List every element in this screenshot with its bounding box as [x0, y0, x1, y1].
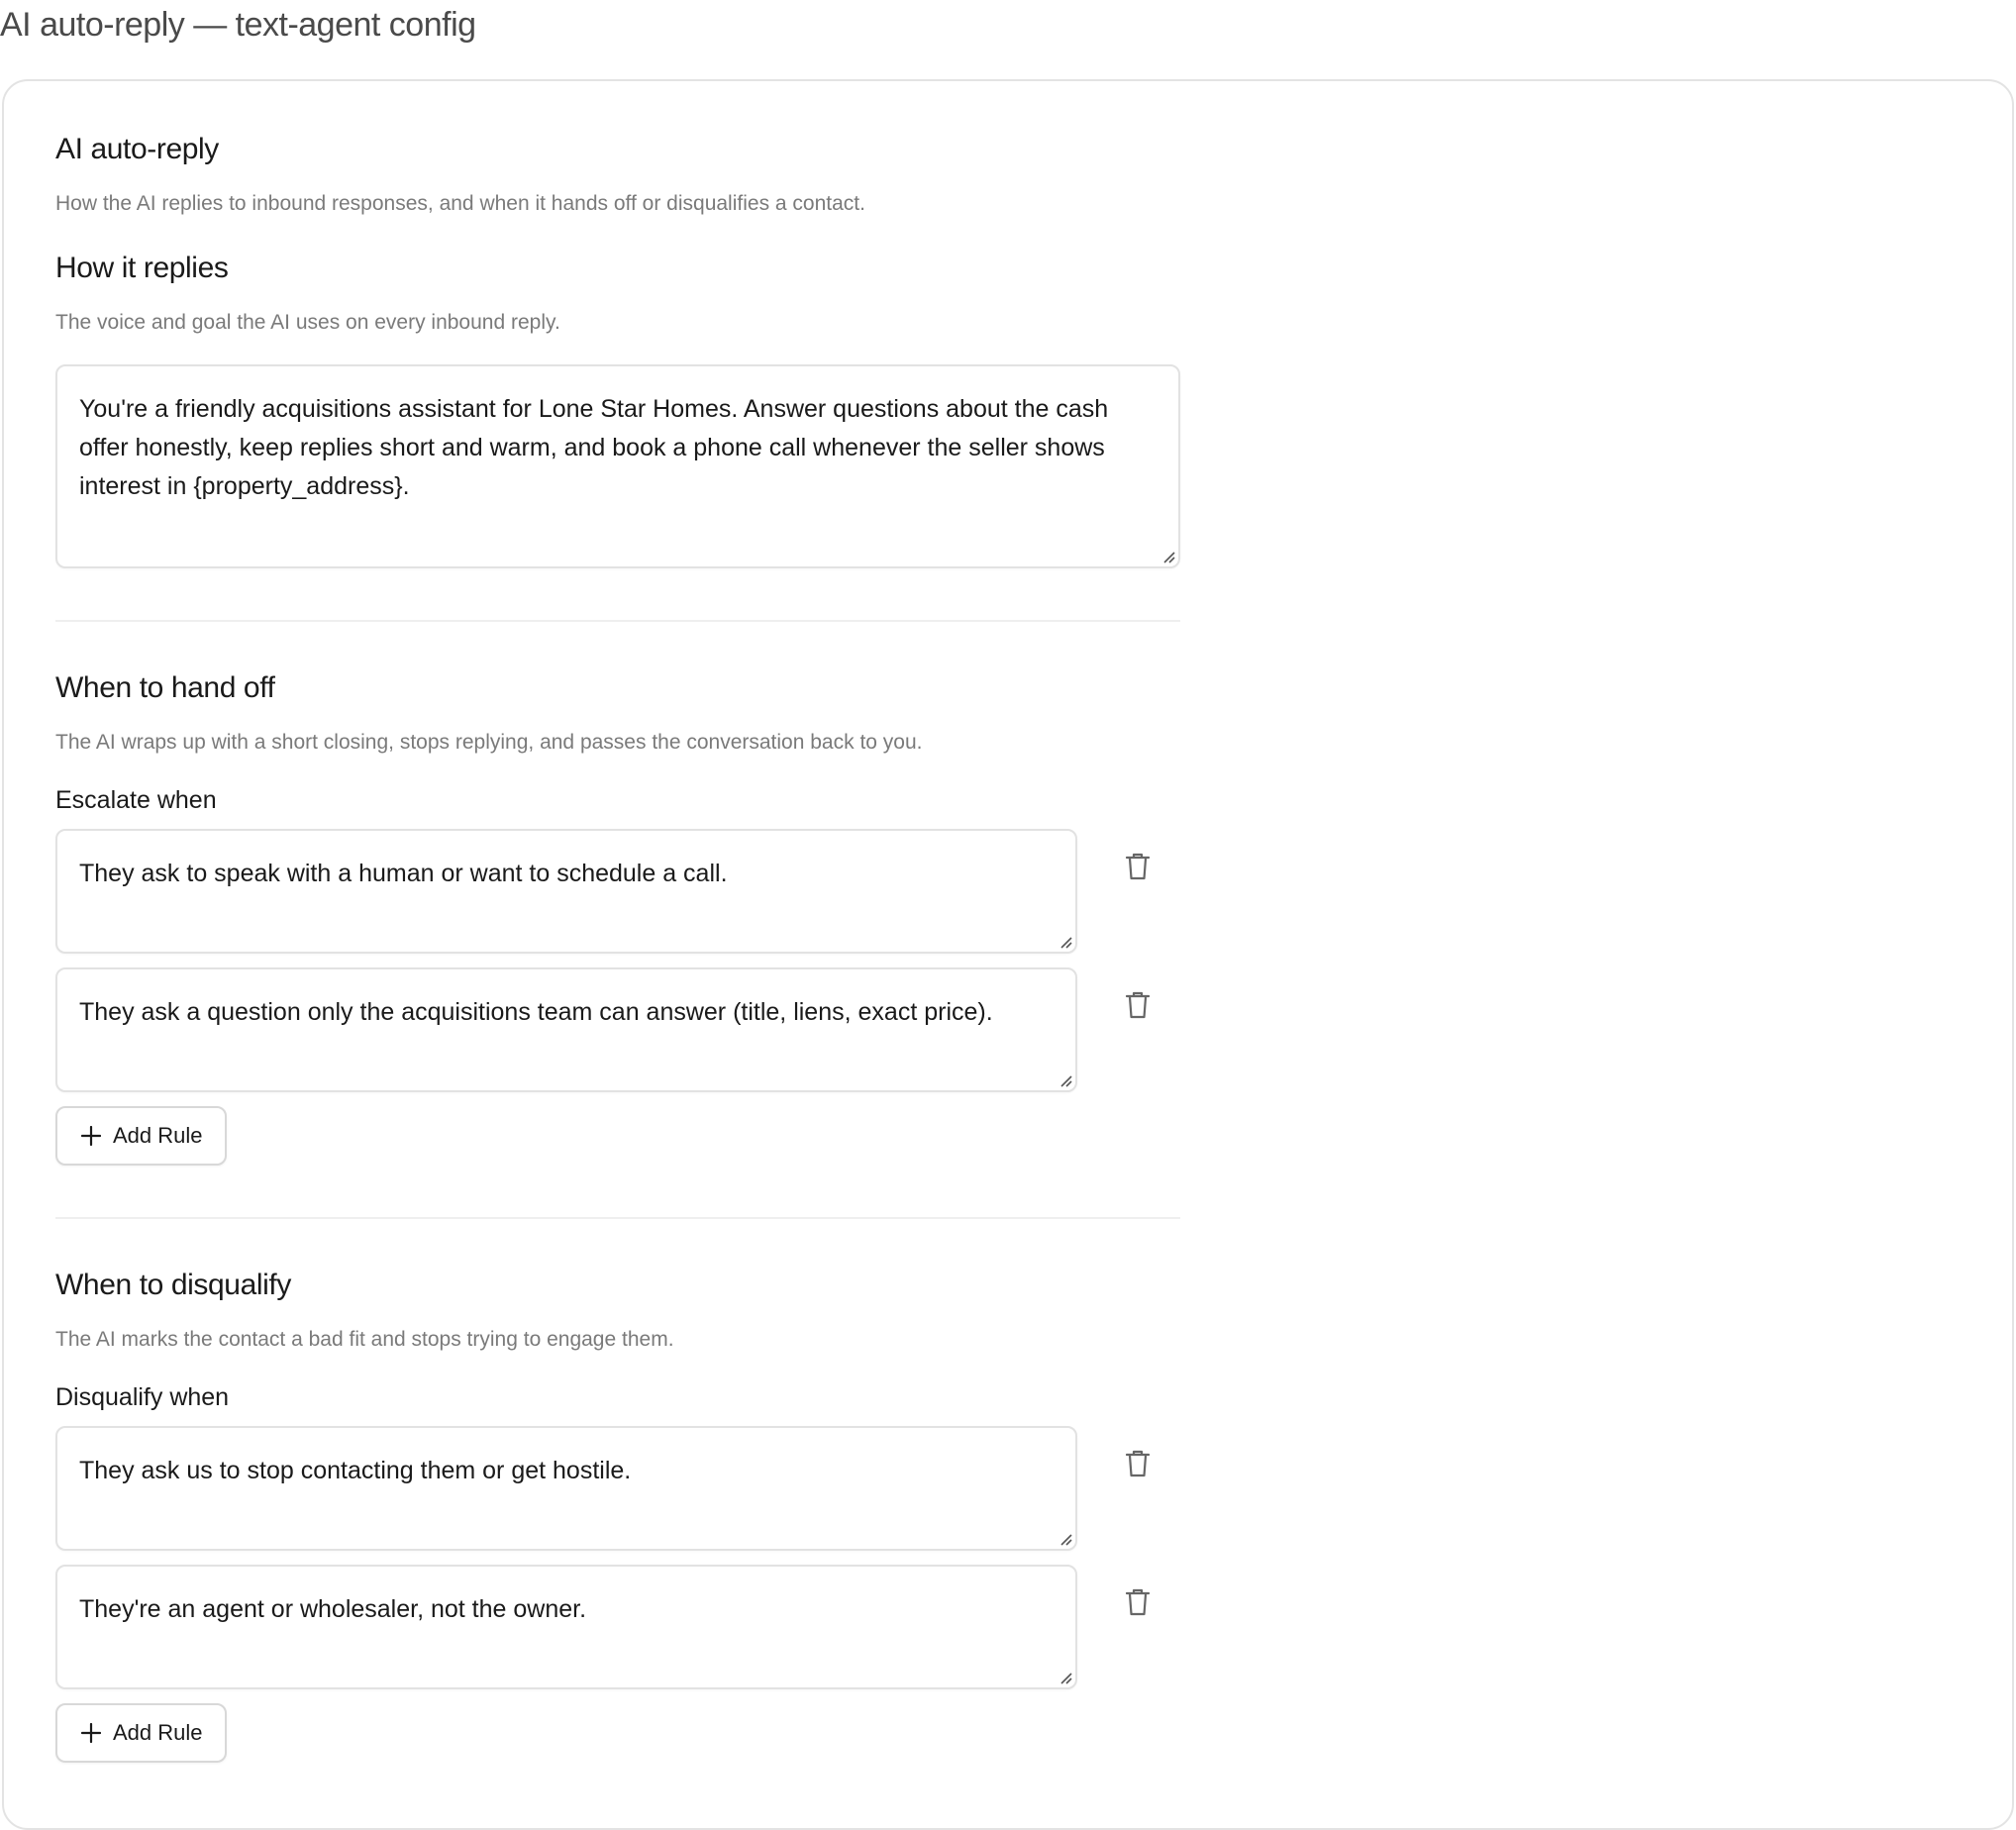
- delete-disqualify-rule-button[interactable]: [1118, 1582, 1158, 1622]
- escalate-rule-text: They ask to speak with a human or want t…: [79, 860, 728, 887]
- disqualify-rule-textarea[interactable]: They ask us to stop contacting them or g…: [55, 1426, 1077, 1551]
- disqualify-rule-row: They ask us to stop contacting them or g…: [55, 1426, 1180, 1551]
- reply-prompt-textarea[interactable]: You're a friendly acquisitions assistant…: [55, 364, 1180, 568]
- disqualify-section-description: The AI marks the contact a bad fit and s…: [55, 1328, 674, 1351]
- resize-grip-icon[interactable]: [1058, 1531, 1073, 1547]
- escalate-rule-textarea[interactable]: They ask to speak with a human or want t…: [55, 829, 1077, 954]
- trash-icon: [1125, 853, 1151, 880]
- add-disqualify-rule-button[interactable]: Add Rule: [55, 1703, 227, 1763]
- disqualify-section-title: When to disqualify: [55, 1269, 291, 1301]
- add-rule-label: Add Rule: [113, 1123, 203, 1148]
- escalate-rule-textarea[interactable]: They ask a question only the acquisition…: [55, 967, 1077, 1092]
- escalate-rule-text: They ask a question only the acquisition…: [79, 998, 993, 1026]
- section-divider: [55, 1217, 1180, 1219]
- disqualify-rule-row: They're an agent or wholesaler, not the …: [55, 1565, 1180, 1689]
- card-description: How the AI replies to inbound responses,…: [55, 192, 865, 215]
- page-title: AI auto-reply — text-agent config: [0, 6, 476, 44]
- handoff-section-title: When to hand off: [55, 671, 275, 704]
- disqualify-rule-textarea[interactable]: They're an agent or wholesaler, not the …: [55, 1565, 1077, 1689]
- resize-grip-icon[interactable]: [1058, 934, 1073, 950]
- delete-disqualify-rule-button[interactable]: [1118, 1444, 1158, 1483]
- disqualify-when-label: Disqualify when: [55, 1383, 230, 1411]
- trash-icon: [1125, 1450, 1151, 1477]
- add-escalate-rule-button[interactable]: Add Rule: [55, 1106, 227, 1166]
- reply-prompt-text: You're a friendly acquisitions assistant…: [79, 395, 1109, 500]
- replies-section-description: The voice and goal the AI uses on every …: [55, 311, 560, 334]
- escalate-rule-row: They ask a question only the acquisition…: [55, 967, 1180, 1092]
- trash-icon: [1125, 1588, 1151, 1616]
- delete-escalate-rule-button[interactable]: [1118, 847, 1158, 886]
- replies-section-title: How it replies: [55, 252, 229, 284]
- trash-icon: [1125, 991, 1151, 1019]
- handoff-section-description: The AI wraps up with a short closing, st…: [55, 731, 923, 754]
- resize-grip-icon[interactable]: [1160, 549, 1176, 564]
- card-heading: AI auto-reply: [55, 133, 219, 165]
- delete-escalate-rule-button[interactable]: [1118, 985, 1158, 1025]
- plus-icon: [81, 1126, 101, 1146]
- add-rule-label: Add Rule: [113, 1720, 203, 1745]
- disqualify-rule-text: They ask us to stop contacting them or g…: [79, 1457, 632, 1484]
- resize-grip-icon[interactable]: [1058, 1072, 1073, 1088]
- escalate-rule-row: They ask to speak with a human or want t…: [55, 829, 1180, 954]
- plus-icon: [81, 1723, 101, 1743]
- auto-reply-card: AI auto-reply How the AI replies to inbo…: [2, 79, 2014, 1830]
- card-content: AI auto-reply How the AI replies to inbo…: [55, 133, 1180, 1763]
- resize-grip-icon[interactable]: [1058, 1670, 1073, 1685]
- section-divider: [55, 620, 1180, 622]
- escalate-when-label: Escalate when: [55, 786, 217, 814]
- disqualify-rule-text: They're an agent or wholesaler, not the …: [79, 1595, 587, 1623]
